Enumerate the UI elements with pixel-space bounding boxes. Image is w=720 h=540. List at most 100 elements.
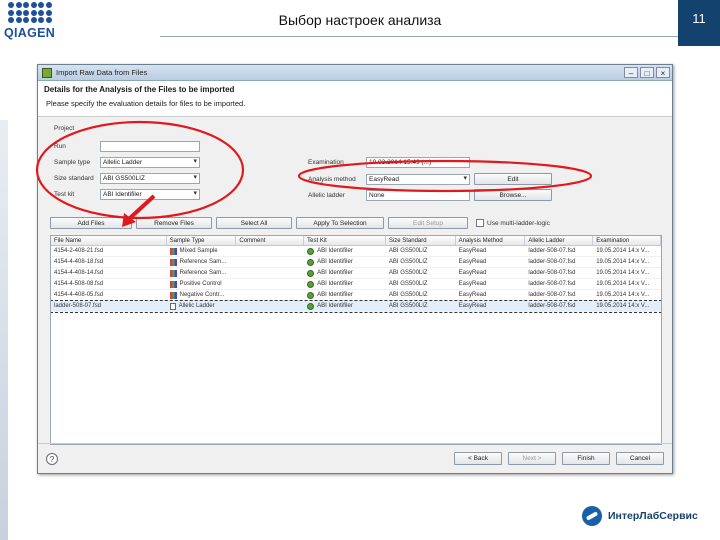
cell-examination: 19.05.2014 14:x V... <box>593 290 661 300</box>
col-comment[interactable]: Comment <box>236 236 305 245</box>
select-all-button[interactable]: Select All <box>216 217 292 229</box>
cell-size-standard-text: ABI GS500LIZ <box>388 269 428 276</box>
cell-file-name: 4154-4-408-05.fsd <box>51 290 167 300</box>
cell-sample-type: Reference Sam... <box>167 257 237 267</box>
cell-sample-type-text: Reference Sam... <box>179 258 227 265</box>
cell-examination-text: 19.05.2014 14:x V... <box>596 269 650 276</box>
cell-sample-type-text: Allelic Ladder <box>178 302 215 309</box>
col-analysis-method[interactable]: Analysis Method <box>456 236 526 245</box>
multi-ladder-checkbox[interactable] <box>476 219 484 227</box>
remove-files-button[interactable]: Remove Files <box>136 217 212 229</box>
size-standard-select[interactable]: ABI GS500LIZ <box>100 173 200 184</box>
cell-examination: 19.05.2014 14:x V... <box>593 257 661 267</box>
cell-sample-type-text: Negative Contr... <box>179 291 225 298</box>
cell-comment <box>236 301 304 311</box>
cell-allelic-ladder-text: ladder-508-07.fsd <box>528 258 576 265</box>
finish-button[interactable]: Finish <box>562 452 610 465</box>
project-label: Project <box>54 125 75 132</box>
size-standard-label: Size standard <box>54 175 94 182</box>
cell-test-kit-text: ABI Identifiler <box>317 302 353 309</box>
minimize-button[interactable]: – <box>624 67 638 78</box>
test-kit-icon <box>307 280 315 288</box>
close-button[interactable]: × <box>656 67 670 78</box>
brand-name: ИнтерЛабСервис <box>608 510 698 522</box>
cell-allelic-ladder-text: ladder-508-07.fsd <box>528 302 576 309</box>
cell-sample-type: Negative Contr... <box>167 290 237 300</box>
browse-button[interactable]: Browse... <box>474 189 552 201</box>
decorative-side-bar <box>0 120 8 540</box>
cell-size-standard: ABI GS500LIZ <box>386 268 456 278</box>
cancel-button[interactable]: Cancel <box>616 452 664 465</box>
add-files-button[interactable]: Add Files <box>50 217 132 229</box>
sample-type-icon <box>169 258 177 266</box>
cell-examination: 19.05.2014 14:x V... <box>593 268 661 278</box>
col-sample-type[interactable]: Sample Type <box>167 236 237 245</box>
table-row[interactable]: 4154-4-408-14.fsd Reference Sam... ABI Ide… <box>51 268 661 279</box>
col-file-name[interactable]: File Name <box>51 236 167 245</box>
cell-allelic-ladder-text: ladder-508-07.fsd <box>528 247 576 254</box>
file-toolbar: Add Files Remove Files Select All Apply … <box>50 217 550 229</box>
col-size-standard[interactable]: Size Standard <box>386 236 456 245</box>
cell-analysis-method: EasyRead <box>456 246 526 256</box>
import-dialog: Import Raw Data from Files – □ × Details… <box>37 64 673 474</box>
cell-file-name-text: 4154-2-408-21.fsd <box>54 247 104 254</box>
brand-logo: ИнтерЛабСервис <box>582 498 712 534</box>
maximize-button[interactable]: □ <box>640 67 654 78</box>
cell-file-name-text: 4154-4-408-14.fsd <box>54 269 104 276</box>
table-row[interactable]: 4154-4-408-18.fsd Reference Sam... ABI Ide… <box>51 257 661 268</box>
edit-button[interactable]: Edit <box>474 173 552 185</box>
table-row[interactable]: 4154-4-508-08.fsd Positive Control ABI Ide… <box>51 279 661 290</box>
table-row[interactable]: ladder-508-07.fsd Allelic Ladder ABI Ident… <box>51 300 661 313</box>
cell-allelic-ladder: ladder-508-07.fsd <box>525 257 593 267</box>
test-kit-label: Test kit <box>54 191 75 198</box>
col-examination[interactable]: Examination <box>593 236 661 245</box>
back-button[interactable]: < Back <box>454 452 502 465</box>
logo-text: QIAGEN <box>4 26 56 40</box>
cell-examination-text: 19.05.2014 14:x V... <box>596 302 650 309</box>
cell-allelic-ladder-text: ladder-508-07.fsd <box>528 269 576 276</box>
test-kit-select[interactable]: ABI Identifiler <box>100 189 200 200</box>
col-test-kit[interactable]: Test Kit <box>304 236 386 245</box>
apply-to-selection-button[interactable]: Apply To Selection <box>296 217 384 229</box>
cell-test-kit: ABI Identifiler <box>304 268 386 278</box>
app-icon <box>42 67 52 78</box>
next-button[interactable]: Next > <box>508 452 556 465</box>
allelic-ladder-label: Allelic ladder <box>308 191 345 199</box>
cell-file-name: 4154-4-408-18.fsd <box>51 257 167 267</box>
dialog-footer: ? < Back Next > Finish Cancel <box>38 443 672 473</box>
table-row[interactable]: 4154-2-408-21.fsd Mixed Sample ABI Identif… <box>51 246 661 257</box>
allelic-ladder-input[interactable]: None <box>366 189 470 201</box>
cell-size-standard: ABI GS500LIZ <box>386 246 456 256</box>
edit-setup-button[interactable]: Edit Setup <box>388 217 468 229</box>
cell-comment <box>236 257 304 267</box>
cell-test-kit: ABI Identifiler <box>304 246 386 256</box>
cell-file-name-text: ladder-508-07.fsd <box>54 302 102 309</box>
cell-size-standard: ABI GS500LIZ <box>386 257 456 267</box>
table-row[interactable]: 4154-4-408-05.fsd Negative Contr... ABI Id… <box>51 290 661 301</box>
dialog-titlebar: Import Raw Data from Files – □ × <box>38 65 672 81</box>
cell-sample-type: Positive Control <box>167 279 237 289</box>
test-kit-icon <box>307 269 315 277</box>
examination-input[interactable]: 19.03.2014 15:49 (...) <box>366 157 470 168</box>
sample-type-icon <box>169 291 177 299</box>
test-kit-icon <box>307 291 315 299</box>
cell-test-kit: ABI Identifiler <box>304 301 386 311</box>
cell-examination: 19.05.2014 14:x V... <box>593 301 661 311</box>
sample-type-label: Sample type <box>54 159 91 166</box>
cell-examination: 19.05.2014 14:x V... <box>593 246 661 256</box>
table-header: File Name Sample Type Comment Test Kit S… <box>51 236 661 246</box>
cell-analysis-method: EasyRead <box>456 301 526 311</box>
test-kit-icon <box>307 247 315 255</box>
col-allelic-ladder[interactable]: Allelic Ladder <box>525 236 594 245</box>
cell-analysis-method-text: EasyRead <box>458 280 487 287</box>
cell-examination-text: 19.05.2014 14:x V... <box>596 247 650 254</box>
sample-type-select[interactable]: Allelic Ladder <box>100 157 200 168</box>
cell-allelic-ladder: ladder-508-07.fsd <box>525 279 593 289</box>
cell-examination-text: 19.05.2014 14:x V... <box>596 280 650 287</box>
run-input[interactable] <box>100 141 200 152</box>
analysis-method-select[interactable]: EasyRead <box>366 173 470 185</box>
cell-sample-type: Mixed Sample <box>167 246 237 256</box>
cell-analysis-method-text: EasyRead <box>458 247 487 254</box>
help-icon[interactable]: ? <box>46 452 58 465</box>
cell-allelic-ladder-text: ladder-508-07.fsd <box>528 280 576 287</box>
